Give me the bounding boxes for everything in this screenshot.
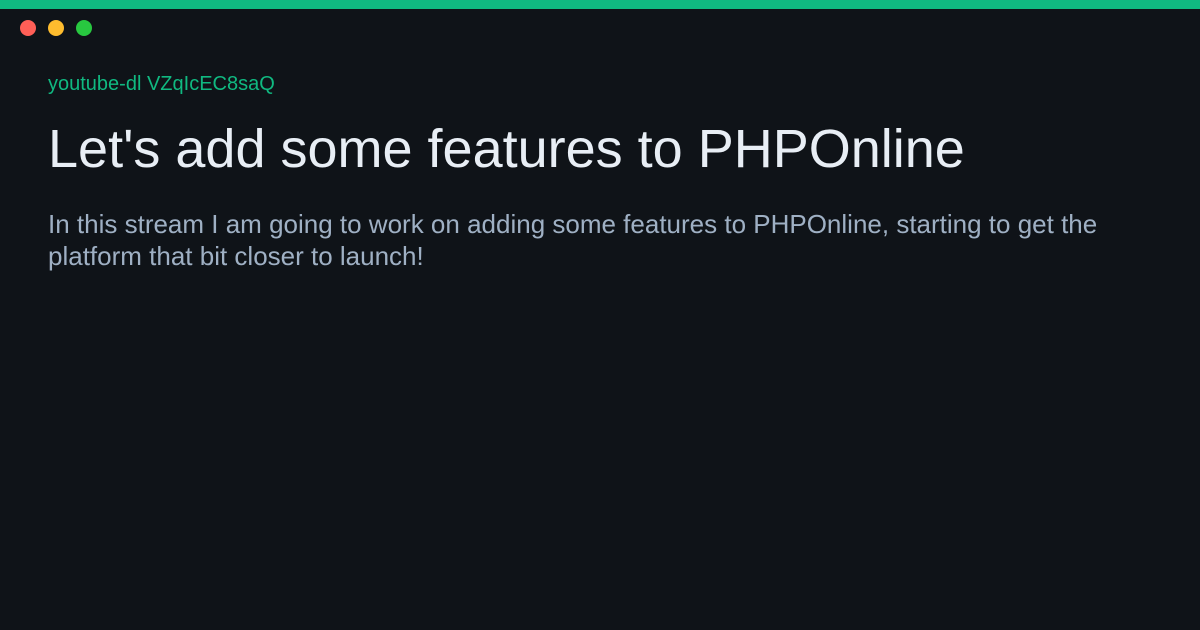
window-controls [20, 20, 92, 36]
close-button[interactable] [20, 20, 36, 36]
command-line: youtube-dl VZqIcEC8saQ [48, 73, 275, 95]
maximize-button[interactable] [76, 20, 92, 36]
description-text: In this stream I am going to work on add… [48, 209, 1098, 271]
minimize-button[interactable] [48, 20, 64, 36]
content-area: youtube-dl VZqIcEC8saQ Let's add some fe… [48, 72, 1158, 272]
accent-bar [0, 0, 1200, 9]
terminal-window: youtube-dl VZqIcEC8saQ Let's add some fe… [0, 0, 1200, 630]
page-title: Let's add some features to PHPOnline [48, 119, 965, 179]
